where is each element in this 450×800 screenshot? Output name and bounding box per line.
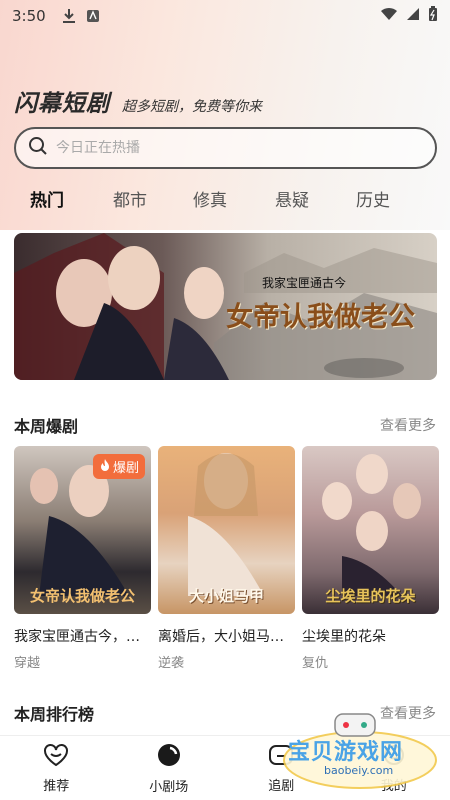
nav-label: 推荐 <box>43 778 70 794</box>
wifi-icon <box>380 7 398 25</box>
weekly-hits-title: 本周爆剧 <box>14 417 79 436</box>
status-time: 3:50 <box>12 7 46 25</box>
hot-badge: 爆剧 <box>92 454 145 479</box>
weekly-ranking-title: 本周排行榜 <box>14 705 95 724</box>
drama-title: 我家宝匣通古今，… <box>14 629 140 645</box>
tab-hot[interactable]: 热门 <box>30 186 64 211</box>
nav-recommend[interactable]: 推荐 <box>11 743 101 794</box>
app-title: 闪幕短剧 <box>14 91 110 117</box>
banner-title: 女帝认我做老公 <box>226 302 415 333</box>
status-icons <box>380 6 438 26</box>
watermark-url: baobeiy.com <box>324 764 394 777</box>
drama-cover: 爆剧 女帝认我做老公 <box>14 446 151 614</box>
download-icon <box>62 8 76 24</box>
drama-card[interactable]: 尘埃里的花朵 尘埃里的花朵 复仇 <box>302 446 439 671</box>
search-icon <box>28 136 48 160</box>
theater-icon <box>156 742 182 772</box>
battery-icon <box>428 6 438 26</box>
nav-theater[interactable]: 小剧场 <box>124 742 214 795</box>
search-bar[interactable] <box>14 127 437 169</box>
weekly-hits-see-more[interactable]: 查看更多 <box>380 415 436 435</box>
app-slogan: 超多短剧，免费等你来 <box>122 99 262 115</box>
tab-history[interactable]: 历史 <box>356 186 390 211</box>
drama-card[interactable]: 大小姐马甲 离婚后，大小姐马… 逆袭 <box>158 446 295 671</box>
category-tabs: 热门 都市 修真 悬疑 历史 <box>0 186 450 220</box>
drama-tag: 穿越 <box>14 656 41 671</box>
drama-cover: 大小姐马甲 <box>158 446 295 614</box>
app-notification-icon <box>86 9 100 23</box>
tab-urban[interactable]: 都市 <box>113 186 147 211</box>
badge-label: 爆剧 <box>112 461 139 476</box>
cover-title: 尘埃里的花朵 <box>325 587 416 605</box>
heart-icon <box>43 743 69 771</box>
drama-title: 离婚后，大小姐马… <box>158 629 284 645</box>
drama-title: 尘埃里的花朵 <box>302 629 386 645</box>
banner-subtitle: 我家宝匣通古今 <box>262 276 347 290</box>
nav-label: 小剧场 <box>149 779 189 795</box>
status-bar: 3:50 <box>0 0 450 32</box>
drama-cover: 尘埃里的花朵 <box>302 446 439 614</box>
cover-title: 女帝认我做老公 <box>29 587 135 605</box>
drama-card[interactable]: 爆剧 女帝认我做老公 我家宝匣通古今，… 穿越 <box>14 446 151 671</box>
cover-title: 大小姐马甲 <box>188 587 264 605</box>
signal-icon <box>406 7 420 25</box>
drama-tag: 逆袭 <box>158 656 185 671</box>
search-input[interactable] <box>56 140 416 156</box>
watermark-text: 宝贝游戏网 <box>288 740 404 765</box>
tab-mystery[interactable]: 悬疑 <box>275 186 309 211</box>
tab-cultivation[interactable]: 修真 <box>193 186 227 211</box>
fire-icon <box>99 458 111 476</box>
app-header: 闪幕短剧 超多短剧，免费等你来 <box>14 84 262 118</box>
site-watermark: 宝贝游戏网 baobeiy.com <box>280 712 440 792</box>
drama-tag: 复仇 <box>302 656 329 671</box>
